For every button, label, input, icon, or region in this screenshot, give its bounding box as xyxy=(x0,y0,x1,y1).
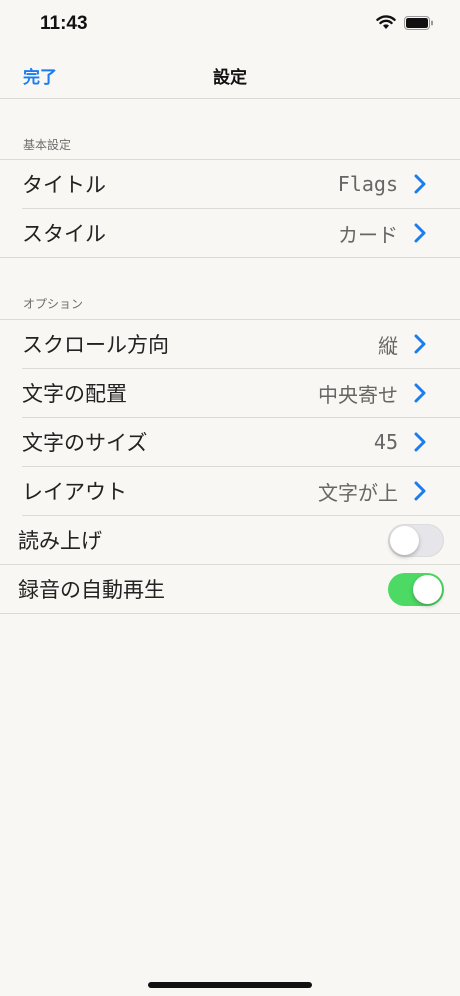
chevron-right-icon xyxy=(414,174,426,194)
row-label: タイトル xyxy=(22,173,106,197)
settings-row-read-aloud: 読み上げ xyxy=(0,516,460,565)
settings-row-autoplay-recording: 録音の自動再生 xyxy=(0,565,460,613)
row-value: 中央寄せ xyxy=(318,382,398,407)
home-indicator xyxy=(148,982,312,988)
chevron-right-icon xyxy=(414,223,426,243)
chevron-right-icon xyxy=(414,334,426,354)
row-label: 文字のサイズ xyxy=(22,431,148,455)
row-label: スタイル xyxy=(22,222,106,246)
chevron-right-icon xyxy=(414,432,426,452)
status-bar: 11:43 xyxy=(0,0,460,50)
settings-row-text-size[interactable]: 文字のサイズ 45 xyxy=(22,418,460,467)
page-title: 設定 xyxy=(213,68,247,88)
settings-row-text-alignment[interactable]: 文字の配置 中央寄せ xyxy=(22,369,460,418)
row-label: スクロール方向 xyxy=(22,333,169,357)
read-aloud-toggle[interactable] xyxy=(388,524,444,557)
settings-row-layout[interactable]: レイアウト 文字が上 xyxy=(22,467,460,516)
options-group: スクロール方向 縦 文字の配置 中央寄せ 文字のサイズ 45 レイアウト 文字が… xyxy=(0,319,460,614)
settings-row-title[interactable]: タイトル Flags xyxy=(22,160,460,209)
row-value: Flags xyxy=(337,172,398,196)
section-header-options: オプション xyxy=(23,297,84,311)
status-icons xyxy=(376,15,434,30)
wifi-icon xyxy=(376,15,396,29)
row-value: 文字が上 xyxy=(318,480,398,505)
settings-row-style[interactable]: スタイル カード xyxy=(22,209,460,257)
row-value: カード xyxy=(338,222,398,247)
chevron-right-icon xyxy=(414,481,426,501)
basic-settings-group: タイトル Flags スタイル カード xyxy=(0,159,460,258)
battery-icon xyxy=(404,15,433,30)
chevron-right-icon xyxy=(414,383,426,403)
toggle-knob xyxy=(390,526,419,555)
toggle-knob xyxy=(413,575,442,604)
row-value: 縦 xyxy=(378,333,398,358)
row-label: レイアウト xyxy=(22,480,127,504)
status-time: 11:43 xyxy=(40,13,88,34)
settings-row-scroll-direction[interactable]: スクロール方向 縦 xyxy=(22,320,460,369)
row-label: 文字の配置 xyxy=(22,382,127,406)
navigation-bar: 完了 設定 xyxy=(0,50,460,99)
section-header-basic: 基本設定 xyxy=(23,138,72,152)
autoplay-recording-toggle[interactable] xyxy=(388,573,444,606)
row-value: 45 xyxy=(373,430,398,454)
